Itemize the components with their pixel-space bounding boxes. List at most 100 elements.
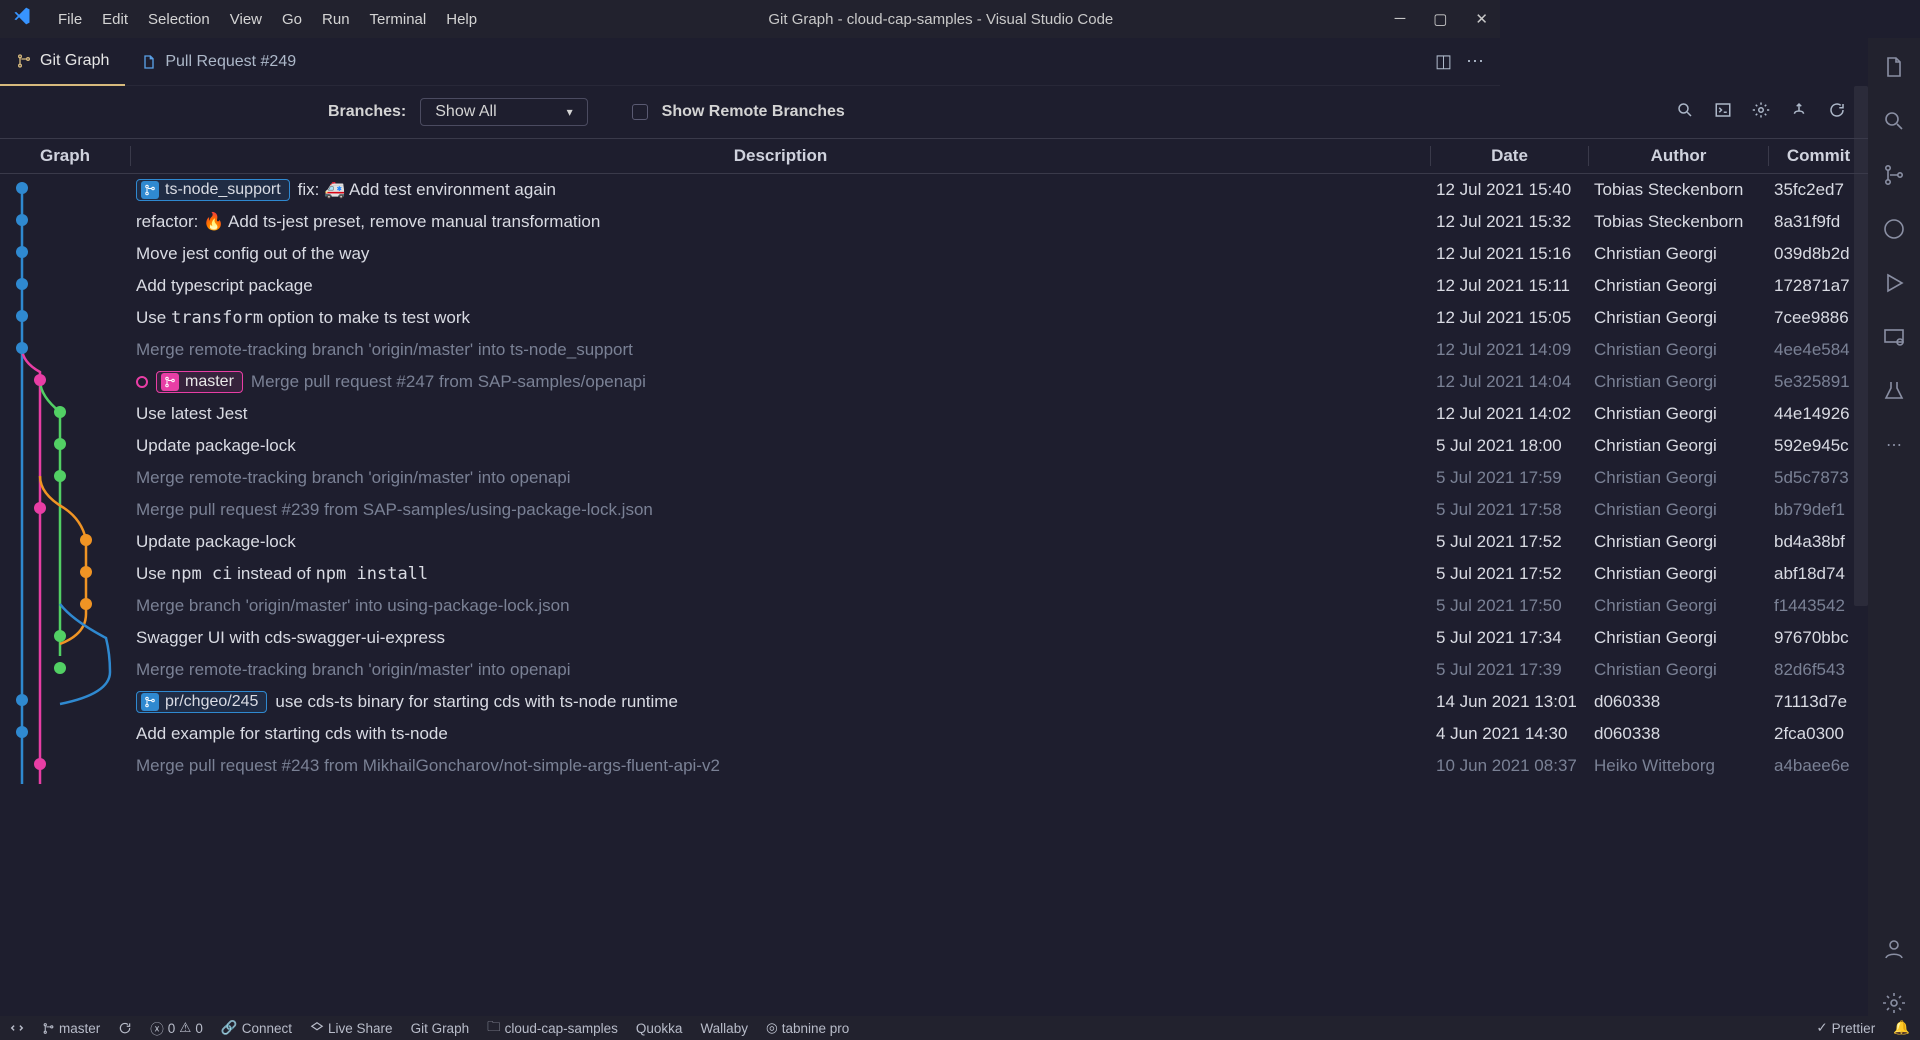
sync-status[interactable] [118,1021,132,1035]
github-icon[interactable] [1881,216,1907,242]
gitgraph-button[interactable]: Git Graph [411,1021,470,1036]
connect-button[interactable]: 🔗 Connect [221,1020,292,1036]
commit-date: 12 Jul 2021 15:32 [1430,212,1588,232]
commit-list: ts-node_supportfix: 🚑 Add test environme… [0,174,1868,1016]
commit-row[interactable]: ts-node_supportfix: 🚑 Add test environme… [0,174,1868,206]
commit-row[interactable]: Use npm ci instead of npm install5 Jul 2… [0,558,1868,590]
ellipsis-icon[interactable]: ⋯ [1881,432,1907,458]
menu-selection[interactable]: Selection [138,7,220,32]
commit-row[interactable]: pr/chgeo/245use cds-ts binary for starti… [0,686,1868,718]
commit-date: 12 Jul 2021 15:16 [1430,244,1588,264]
branch-tag[interactable]: master [156,371,243,393]
files-icon[interactable] [1881,54,1907,80]
commit-date: 12 Jul 2021 15:05 [1430,308,1588,328]
show-remote-checkbox[interactable] [632,104,648,120]
commit-row[interactable]: Swagger UI with cds-swagger-ui-express5 … [0,622,1868,654]
run-debug-icon[interactable] [1881,270,1907,296]
commit-row[interactable]: Merge remote-tracking branch 'origin/mas… [0,462,1868,494]
terminal-icon[interactable] [1714,101,1732,124]
commit-author: d060338 [1588,692,1768,712]
commit-date: 5 Jul 2021 17:39 [1430,660,1588,680]
commit-row[interactable]: Merge remote-tracking branch 'origin/mas… [0,334,1868,366]
quokka-status[interactable]: Quokka [636,1021,683,1036]
close-icon[interactable]: ✕ [1475,10,1488,28]
commit-message: Merge remote-tracking branch 'origin/mas… [136,468,571,488]
chevron-down-icon: ▾ [567,105,573,119]
search-icon[interactable] [1881,108,1907,134]
notifications-icon[interactable]: 🔔 [1893,1020,1910,1036]
commit-row[interactable]: Update package-lock5 Jul 2021 17:52Chris… [0,526,1868,558]
commit-hash: 172871a7 [1768,276,1868,296]
commit-hash: 44e14926 [1768,404,1868,424]
wallaby-status[interactable]: Wallaby [700,1021,748,1036]
commit-date: 10 Jun 2021 08:37 [1430,756,1588,776]
commit-author: d060338 [1588,724,1768,744]
commit-row[interactable]: Add typescript package12 Jul 2021 15:11C… [0,270,1868,302]
source-control-icon[interactable] [1881,162,1907,188]
tabnine-status[interactable]: ◎ tabnine pro [766,1020,849,1036]
account-icon[interactable] [1881,936,1907,962]
commit-row[interactable]: Use transform option to make ts test wor… [0,302,1868,334]
commit-message: Merge remote-tracking branch 'origin/mas… [136,660,571,680]
tab-0[interactable]: Git Graph [0,38,125,86]
menu-run[interactable]: Run [312,7,360,32]
commit-date: 5 Jul 2021 17:59 [1430,468,1588,488]
settings-gear-icon[interactable] [1881,990,1907,1016]
menu-go[interactable]: Go [272,7,312,32]
commit-row[interactable]: refactor: 🔥 Add ts-jest preset, remove m… [0,206,1868,238]
menu-view[interactable]: View [220,7,272,32]
split-editor-icon[interactable]: ◫ [1435,51,1452,72]
show-remote-label: Show Remote Branches [662,103,845,121]
branch-status[interactable]: master [42,1021,100,1036]
git-graph-panel: Branches: Show All ▾ Show Remote Branche… [0,86,1868,1016]
commit-author: Christian Georgi [1588,468,1768,488]
branch-tag[interactable]: ts-node_support [136,179,290,201]
gear-icon[interactable] [1752,101,1770,124]
commit-message: Swagger UI with cds-swagger-ui-express [136,628,445,648]
branches-dropdown[interactable]: Show All ▾ [420,98,587,126]
commit-row[interactable]: Move jest config out of the way12 Jul 20… [0,238,1868,270]
find-icon[interactable] [1676,101,1694,124]
commit-message: Update package-lock [136,532,296,552]
more-icon[interactable]: ⋯ [1466,51,1484,72]
commit-author: Christian Georgi [1588,308,1768,328]
menu-help[interactable]: Help [436,7,487,32]
commit-row[interactable]: masterMerge pull request #247 from SAP-s… [0,366,1868,398]
commit-date: 14 Jun 2021 13:01 [1430,692,1588,712]
commit-message: Add typescript package [136,276,313,296]
commit-row[interactable]: Merge pull request #239 from SAP-samples… [0,494,1868,526]
problems-status[interactable]: ⓧ 0 ⚠ 0 [150,1018,203,1038]
commit-row[interactable]: Use latest Jest12 Jul 2021 14:02Christia… [0,398,1868,430]
tab-1[interactable]: Pull Request #249 [125,38,312,86]
menu-edit[interactable]: Edit [92,7,138,32]
commit-hash: 35fc2ed7 [1768,180,1868,200]
commit-date: 5 Jul 2021 17:58 [1430,500,1588,520]
commit-hash: 97670bbc [1768,628,1868,648]
commit-row[interactable]: Merge remote-tracking branch 'origin/mas… [0,654,1868,686]
remote-indicator[interactable] [10,1021,24,1035]
liveshare-button[interactable]: Live Share [310,1021,393,1036]
maximize-icon[interactable]: ▢ [1433,10,1447,28]
commit-row[interactable]: Update package-lock5 Jul 2021 18:00Chris… [0,430,1868,462]
commit-row[interactable]: Merge pull request #243 from MikhailGonc… [0,750,1868,782]
commit-message: Add example for starting cds with ts-nod… [136,724,448,744]
branches-filter-value: Show All [435,103,496,121]
menu-terminal[interactable]: Terminal [360,7,437,32]
remote-explorer-icon[interactable] [1881,324,1907,350]
commit-date: 12 Jul 2021 15:40 [1430,180,1588,200]
testing-icon[interactable] [1881,378,1907,404]
commit-message: Use latest Jest [136,404,248,424]
menu-file[interactable]: File [48,7,92,32]
commit-row[interactable]: Add example for starting cds with ts-nod… [0,718,1868,750]
commit-author: Christian Georgi [1588,436,1768,456]
titlebar: FileEditSelectionViewGoRunTerminalHelp G… [0,0,1500,38]
minimize-icon[interactable]: ─ [1395,10,1406,28]
refresh-icon[interactable] [1828,101,1846,124]
commit-hash: abf18d74 [1768,564,1868,584]
prettier-status[interactable]: ✓ Prettier [1816,1020,1875,1036]
git-icon [16,53,32,69]
branch-tag[interactable]: pr/chgeo/245 [136,691,267,713]
commit-row[interactable]: Merge branch 'origin/master' into using-… [0,590,1868,622]
project-status[interactable]: 🗀 cloud-cap-samples [487,1017,618,1040]
fetch-icon[interactable] [1790,101,1808,124]
